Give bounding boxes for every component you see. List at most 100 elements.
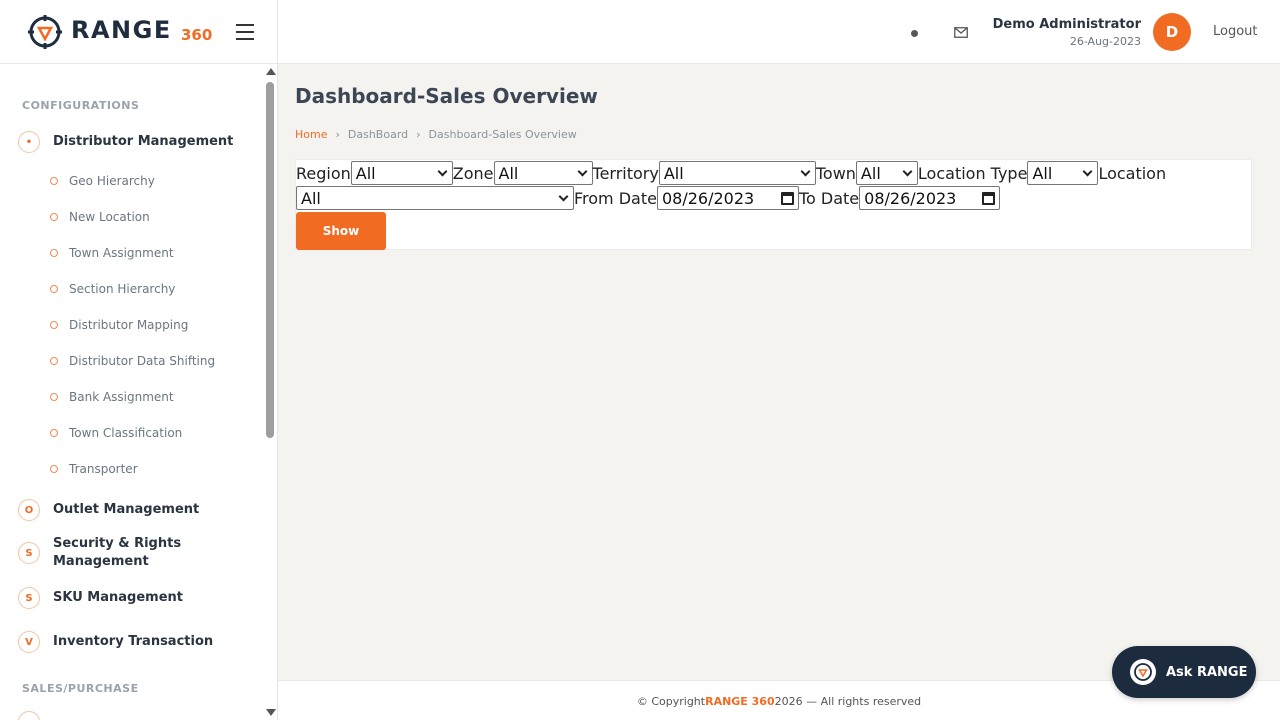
bullet-icon [50,321,58,329]
mail-icon[interactable] [954,27,968,38]
bullet-icon [50,177,58,185]
group-label: Outlet Management [53,502,200,517]
nav-group-outlet-management[interactable]: O Outlet Management [18,499,199,521]
chevron-down-icon [437,166,448,176]
chevron-down-icon [577,166,587,176]
nav-item-label: New Location [69,210,150,224]
compass-icon [1134,663,1152,681]
chevron-down-icon [1082,166,1093,176]
nav-item-label: Transporter [69,462,138,476]
town-label: Town [815,163,856,183]
avatar[interactable]: D [1153,13,1191,51]
nav-item-bank-assignment[interactable]: Bank Assignment [50,390,174,404]
nav-item-label: Town Classification [69,426,183,440]
nav-item-town-classification[interactable]: Town Classification [50,426,182,440]
nav-group-inventory-transaction[interactable]: V Inventory Transaction [18,631,213,653]
bullet-icon [50,429,58,437]
filter-row-1: Region All Zone All Territory All Town A… [296,161,1166,185]
scroll-down-icon[interactable] [266,709,276,716]
town-value: All [860,163,881,183]
nav-item-new-location[interactable]: New Location [50,210,150,224]
breadcrumb-dashboard[interactable]: DashBoard [348,128,408,141]
territory-select[interactable]: All [658,161,816,185]
ask-range-button[interactable]: Ask RANGE [1112,646,1256,698]
group-badge: • [18,131,40,153]
chevron-down-icon [558,191,569,201]
to-date-input[interactable]: 08/26/2023 [859,186,1001,210]
location-type-select[interactable]: All [1027,161,1099,185]
breadcrumb-current: Dashboard-Sales Overview [428,128,577,141]
breadcrumb-separator: › [416,128,421,141]
user-name: Demo Administrator [992,17,1141,32]
nav-item-distributor-mapping[interactable]: Distributor Mapping [50,318,188,332]
location-value: All [301,188,321,208]
nav-group-distributor-management[interactable]: • Distributor Management [18,131,233,153]
bullet-icon [50,249,58,257]
scroll-up-icon[interactable] [266,68,276,75]
bullet-icon [50,393,58,401]
nav-item-geo-hierarchy[interactable]: Geo Hierarchy [50,174,155,188]
from-date-input[interactable]: 08/26/2023 [656,186,799,210]
nav-item-town-assignment[interactable]: Town Assignment [50,246,174,260]
group-badge: V [18,631,40,653]
group-label: Inventory Transaction [53,634,214,649]
nav-item-transporter[interactable]: Transporter [50,462,138,476]
filter-panel: Region All Zone All Territory All Town A… [295,159,1252,250]
nav-item-label: Section Hierarchy [69,282,176,296]
group-badge [18,711,40,720]
user-date: 26-Aug-2023 [1069,35,1141,48]
from-date-value: 08/26/2023 [661,188,755,208]
group-badge: S [18,542,40,564]
calendar-icon[interactable] [780,191,794,205]
group-label: SKU Management [53,590,183,605]
nav-item-label: Distributor Mapping [69,318,189,332]
nav-group-partial[interactable] [18,711,40,720]
brand-bar: RANGE 360 [0,0,277,64]
show-button[interactable]: Show [296,212,386,250]
breadcrumb: Home › DashBoard › Dashboard-Sales Overv… [295,128,577,141]
brand-name: RANGE [71,16,172,44]
section-title-sales-purchase: SALES/PURCHASE [22,682,139,695]
zone-select[interactable]: All [493,161,593,185]
top-bar: Demo Administrator 26-Aug-2023 D Logout [278,0,1280,64]
group-label: Distributor Management [53,134,234,149]
location-select[interactable]: All [296,186,574,210]
footer-prefix: © Copyright [636,695,706,708]
scroll-thumb[interactable] [266,82,274,438]
sidebar-nav: CONFIGURATIONS • Distributor Management … [0,64,264,720]
region-select[interactable]: All [350,161,453,185]
sidebar: RANGE 360 CONFIGURATIONS • Distributor M… [0,0,278,720]
nav-item-distributor-data-shifting[interactable]: Distributor Data Shifting [50,354,215,368]
to-date-label: To Date [798,188,860,208]
filter-row-2: All From Date 08/26/2023 To Date 08/26/2… [296,186,1001,210]
zone-label: Zone [452,163,494,183]
bullet-icon [50,285,58,293]
bullet-icon [50,465,58,473]
logout-link[interactable]: Logout [1213,24,1258,39]
breadcrumb-home[interactable]: Home [295,128,327,141]
footer-suffix: 2026 — All rights reserved [774,695,922,708]
assistant-icon [1130,659,1156,685]
region-value: All [355,163,376,183]
chevron-down-icon [800,166,811,176]
breadcrumb-separator: › [335,128,340,141]
nav-group-security-rights[interactable]: S Security & Rights Management [18,535,193,571]
territory-value: All [663,163,684,183]
bullet-icon [50,357,58,365]
territory-label: Territory [592,163,659,183]
chevron-down-icon [902,166,913,176]
location-type-label: Location Type [917,163,1028,183]
notification-dot-icon[interactable] [911,30,918,37]
to-date-value: 08/26/2023 [864,188,957,208]
nav-group-sku-management[interactable]: S SKU Management [18,587,183,609]
nav-item-section-hierarchy[interactable]: Section Hierarchy [50,282,175,296]
zone-value: All [498,163,519,183]
sidebar-scrollbar[interactable] [264,64,278,720]
nav-item-label: Bank Assignment [69,390,174,404]
town-select[interactable]: All [855,161,918,185]
calendar-icon[interactable] [982,191,996,205]
bullet-icon [50,213,58,221]
nav-item-label: Geo Hierarchy [69,174,155,188]
section-title-configurations: CONFIGURATIONS [22,99,140,112]
menu-toggle-icon[interactable] [236,24,254,40]
